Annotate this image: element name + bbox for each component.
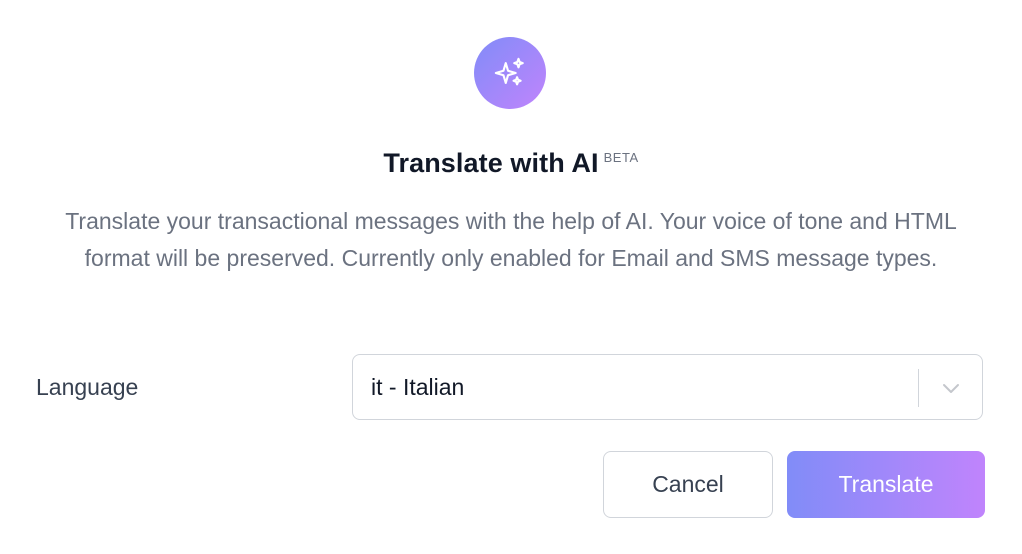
dialog-title: Translate with AI <box>383 148 599 178</box>
language-select[interactable]: it - Italian <box>352 354 983 420</box>
translate-button[interactable]: Translate <box>787 451 985 518</box>
dialog-header: Translate with AI BETA <box>0 148 1022 179</box>
language-selected-value: it - Italian <box>371 374 465 400</box>
language-label: Language <box>36 374 139 400</box>
select-divider <box>918 369 919 407</box>
sparkles-icon <box>494 57 524 86</box>
translate-dialog: Translate with AI BETA Translate your tra… <box>0 0 1022 554</box>
dialog-description: Translate your transactional messages wi… <box>65 208 957 271</box>
chevron-down-icon[interactable] <box>939 376 963 400</box>
cancel-button[interactable]: Cancel <box>603 451 773 518</box>
beta-badge: BETA <box>603 150 639 165</box>
ai-badge <box>474 37 546 109</box>
